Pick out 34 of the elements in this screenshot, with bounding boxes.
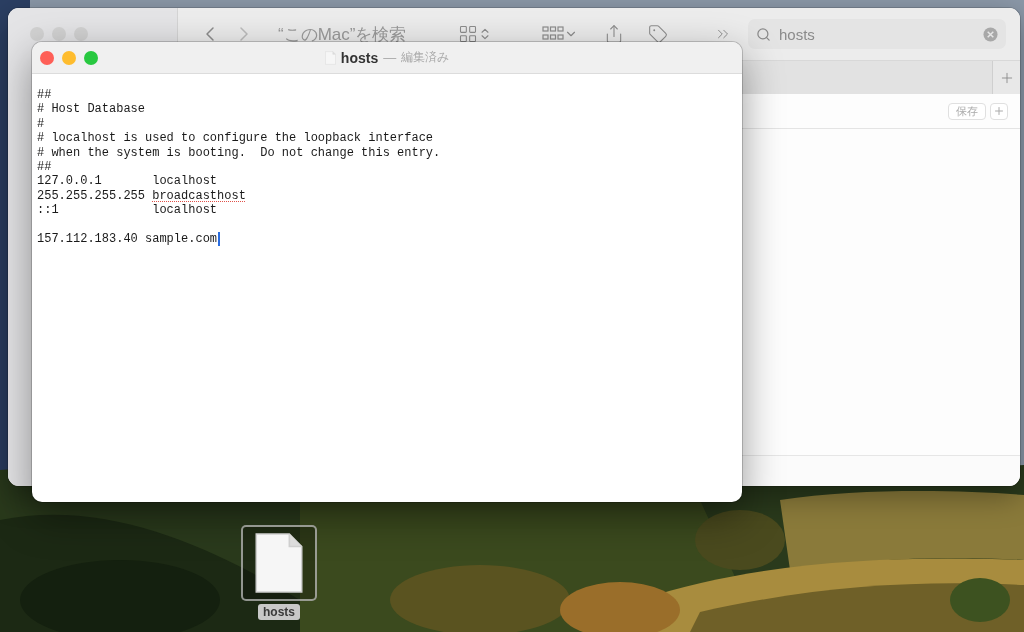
close-button[interactable] <box>30 27 44 41</box>
new-tab-button[interactable] <box>992 61 1020 94</box>
zoom-button[interactable] <box>84 50 98 65</box>
search-field[interactable]: hosts <box>748 19 1006 49</box>
tag-icon[interactable] <box>648 24 668 44</box>
close-button[interactable] <box>40 50 54 65</box>
file-label[interactable]: hosts <box>258 604 300 620</box>
zoom-button[interactable] <box>74 27 88 41</box>
text-line: ## <box>37 159 52 175</box>
minimize-button[interactable] <box>52 27 66 41</box>
text-line: # localhost is used to configure the loopback interface <box>37 131 434 146</box>
text-line: 127.0.0.1 localhost <box>37 174 218 189</box>
clear-icon[interactable] <box>983 26 998 42</box>
text-line: 157.112.183.40 sample.com <box>37 231 221 247</box>
add-button[interactable] <box>990 102 1008 120</box>
share-icon[interactable] <box>604 24 624 44</box>
text-line: # when the system is booting. Do not change this entry. <box>37 145 441 160</box>
minimize-button[interactable] <box>62 50 76 65</box>
edited-status: 編集済み <box>401 49 450 66</box>
document-title: hosts <box>340 49 379 66</box>
text-line: # Host Database <box>37 102 146 117</box>
text-line: ::1 localhost <box>37 203 218 218</box>
search-icon <box>756 26 771 42</box>
text-line: 255.255.255.255 broadcasthost <box>37 188 246 204</box>
group-icon[interactable] <box>542 25 578 43</box>
title-separator: — <box>383 50 397 65</box>
document-icon <box>324 50 336 65</box>
plus-icon <box>993 105 1005 117</box>
save-button[interactable]: 保存 <box>948 102 986 120</box>
file-icon-frame[interactable] <box>241 525 317 601</box>
document-icon <box>254 532 304 594</box>
text-line: ## <box>37 88 52 103</box>
text-line: # <box>37 116 45 132</box>
search-input[interactable]: hosts <box>777 24 977 44</box>
